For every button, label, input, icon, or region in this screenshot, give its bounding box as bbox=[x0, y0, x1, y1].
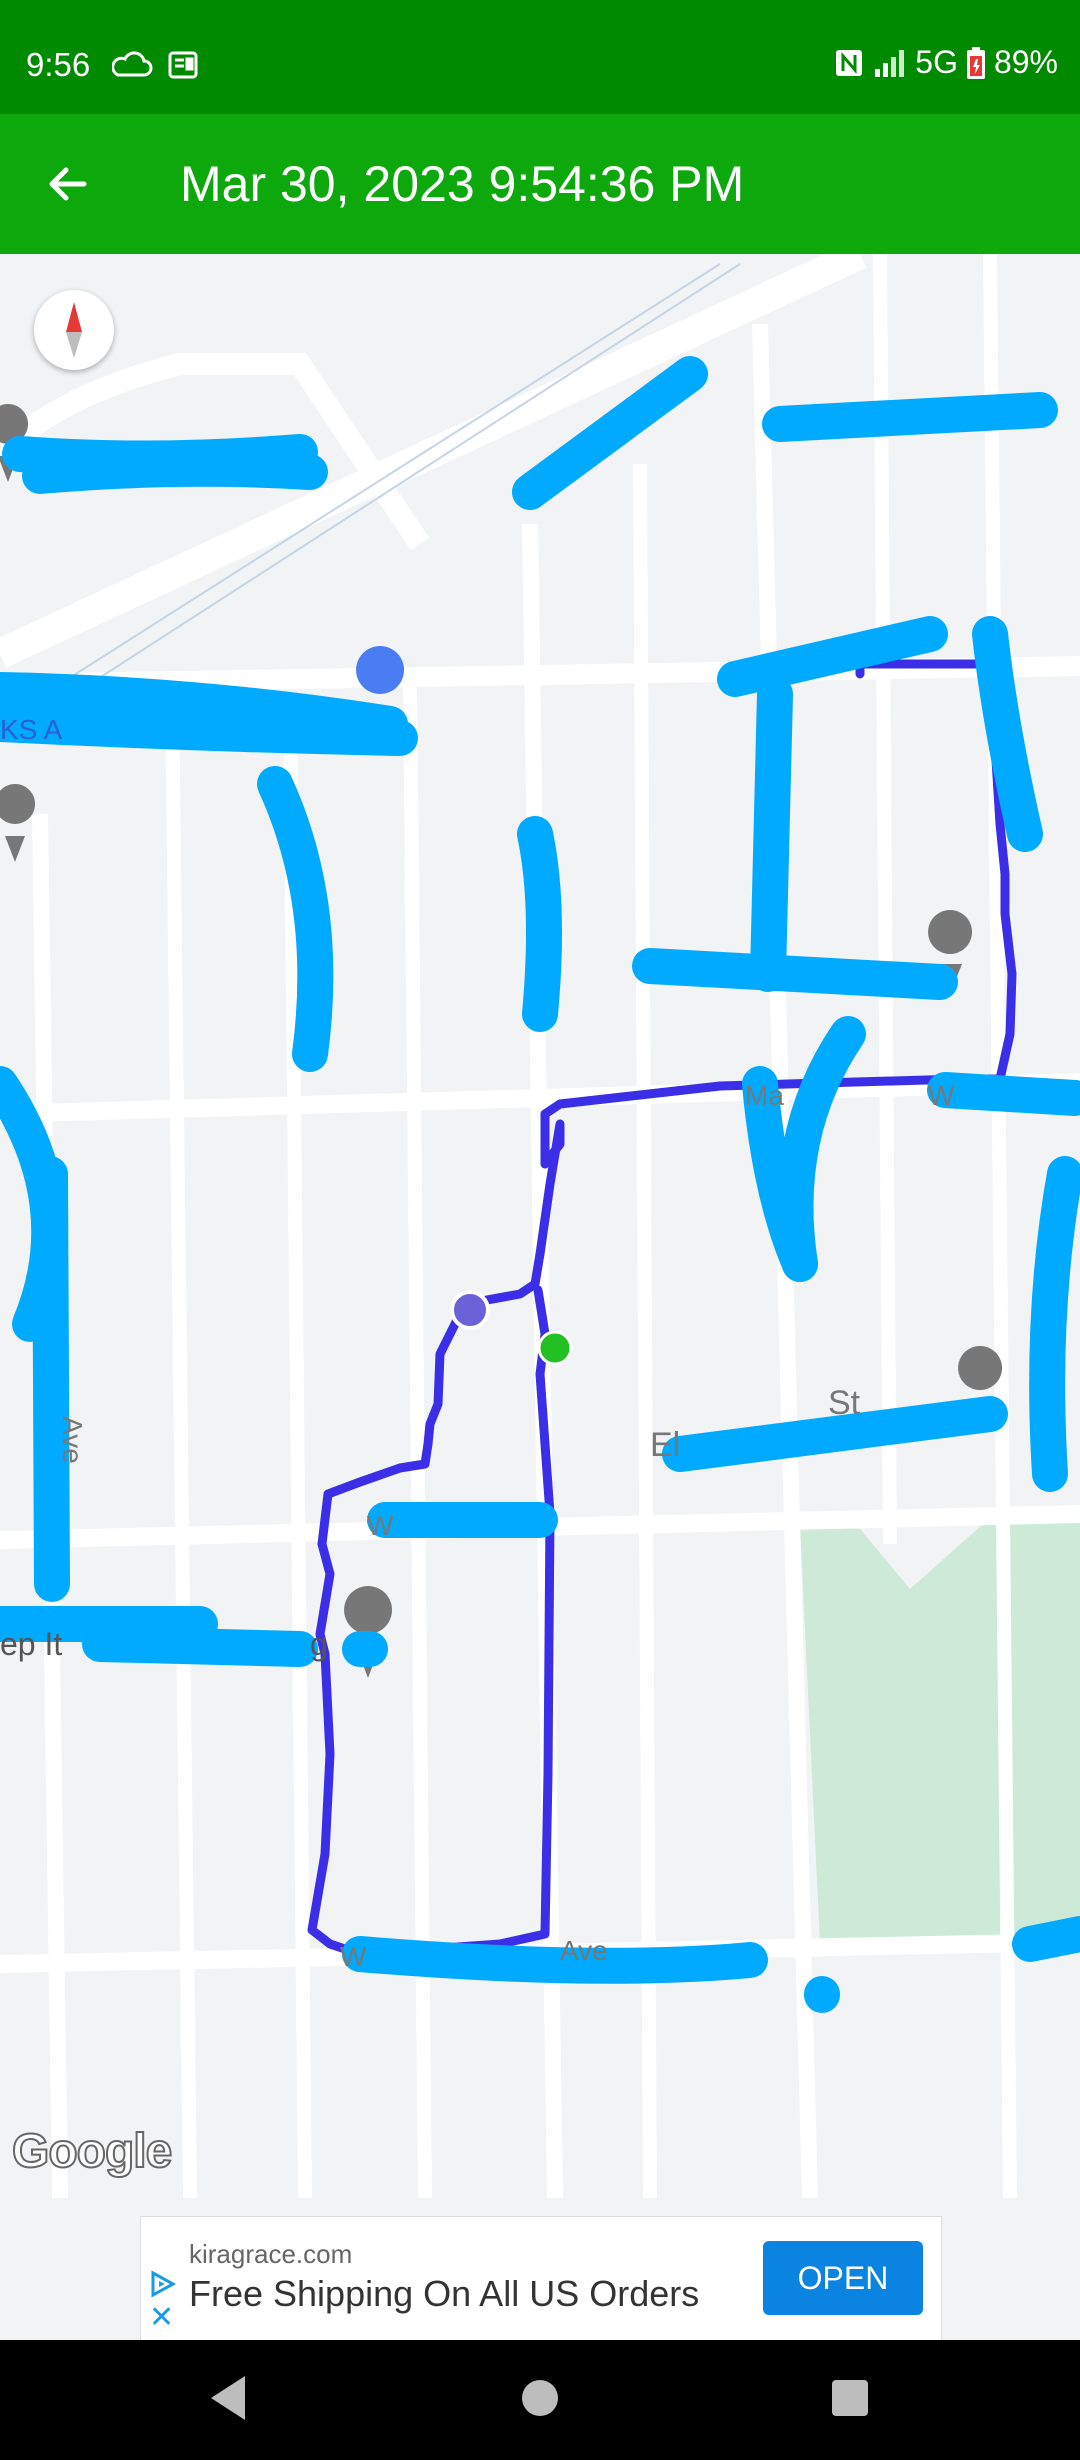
signal-icon bbox=[875, 49, 905, 77]
map-label: W bbox=[340, 1941, 367, 1972]
home-icon[interactable] bbox=[516, 2372, 564, 2424]
end-marker bbox=[450, 1290, 490, 1330]
ad-domain: kiragrace.com bbox=[189, 2239, 353, 2269]
map-label: El bbox=[650, 1426, 681, 1464]
battery-level: 89% bbox=[993, 44, 1058, 80]
battery-icon bbox=[966, 46, 985, 79]
map-label: W bbox=[367, 1510, 394, 1541]
nfc-icon bbox=[836, 49, 863, 76]
ad-open-button[interactable]: OPEN bbox=[763, 2241, 923, 2315]
map-label: Ma bbox=[745, 1080, 784, 1111]
back-icon[interactable] bbox=[205, 2372, 253, 2424]
adchoices-icon[interactable] bbox=[147, 2269, 177, 2299]
recents-icon[interactable] bbox=[826, 2372, 874, 2424]
back-button[interactable] bbox=[40, 154, 100, 214]
start-marker bbox=[537, 1330, 573, 1366]
map-label: Ave bbox=[560, 1935, 608, 1966]
map-view[interactable]: KS A Ma W W W Ave El St Ave ep It g Goog… bbox=[0, 254, 1080, 2198]
compass-button[interactable] bbox=[34, 290, 114, 370]
map-canvas[interactable] bbox=[0, 254, 1080, 2198]
cloud-icon bbox=[111, 51, 153, 77]
compass-icon bbox=[66, 302, 82, 358]
arrow-left-icon bbox=[49, 167, 87, 201]
ad-headline[interactable]: Free Shipping On All US Orders bbox=[189, 2273, 699, 2315]
map-label: Ave bbox=[56, 1416, 88, 1464]
map-label: g bbox=[310, 1626, 328, 1662]
close-icon[interactable]: ✕ bbox=[149, 2303, 174, 2333]
news-icon bbox=[168, 51, 198, 79]
map-label: St bbox=[828, 1384, 861, 1422]
ad-banner[interactable]: ✕ kiragrace.com Free Shipping On All US … bbox=[140, 2216, 942, 2342]
network-type: 5G bbox=[915, 44, 958, 80]
status-time: 9:56 bbox=[26, 46, 91, 83]
page-title: Mar 30, 2023 9:54:36 PM bbox=[180, 156, 745, 212]
status-right-icons: 5G 89% bbox=[833, 44, 1058, 81]
park-area bbox=[800, 1509, 1080, 1944]
navigation-bar bbox=[0, 2340, 1080, 2460]
map-label: KS A bbox=[0, 714, 63, 745]
app-bar: Mar 30, 2023 9:54:36 PM bbox=[0, 114, 1080, 254]
google-logo: Google bbox=[11, 2124, 173, 2179]
status-bar: 9:56 5G 89% bbox=[0, 0, 1080, 114]
map-label: W bbox=[928, 1080, 955, 1111]
map-label: ep It bbox=[0, 1626, 63, 1662]
status-left-icons bbox=[111, 47, 202, 88]
